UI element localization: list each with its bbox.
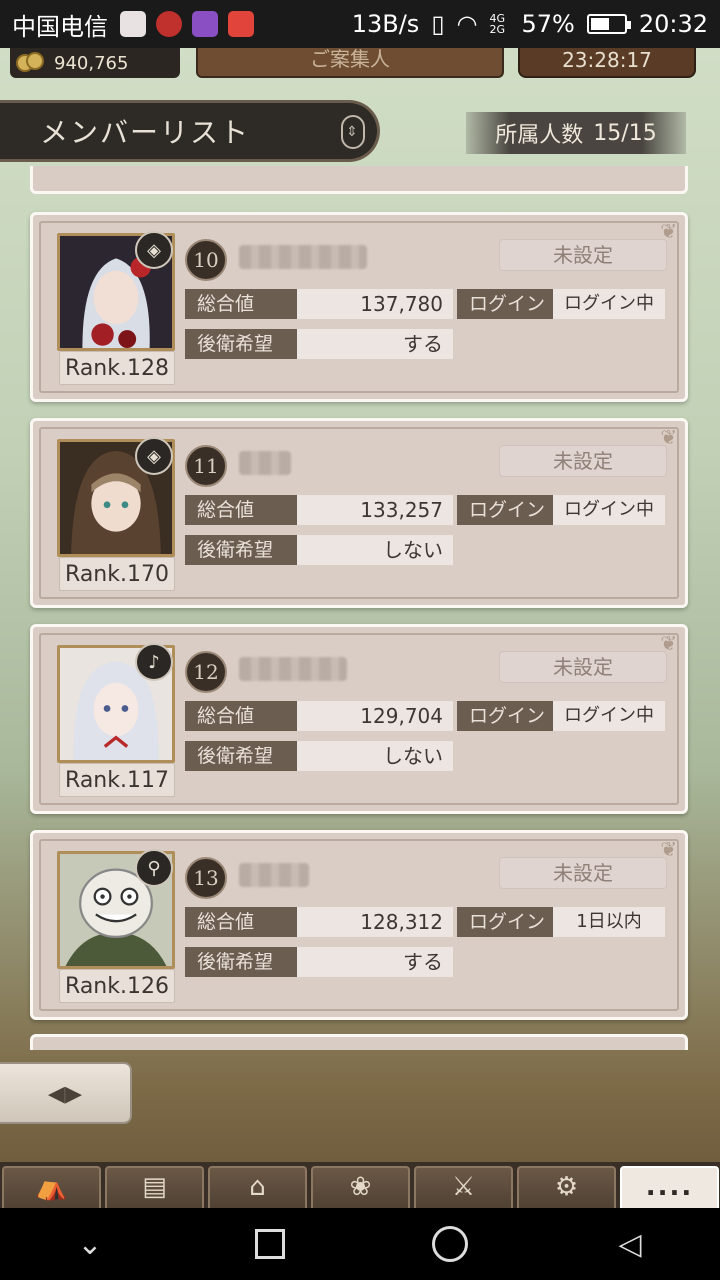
total-value: 133,257 — [297, 495, 453, 525]
camp-icon[interactable]: ⛺ — [2, 1166, 101, 1212]
role-status: 未設定 — [499, 239, 667, 271]
more-button[interactable]: .... — [620, 1166, 719, 1212]
chevron-down-icon[interactable]: ⌄ — [50, 1214, 130, 1274]
login-value: ログイン中 — [553, 701, 665, 731]
rear-label: 後衛希望 — [185, 535, 297, 565]
coin-icon — [16, 52, 46, 74]
total-value: 129,704 — [297, 701, 453, 731]
wifi-icon: ◠ — [456, 10, 478, 38]
book-icon[interactable]: ▤ — [105, 1166, 204, 1212]
square-icon — [255, 1229, 285, 1259]
total-value: 137,780 — [297, 289, 453, 319]
notification-icon — [228, 11, 254, 37]
rank-label: Rank.126 — [59, 969, 175, 1003]
rear-value: する — [297, 947, 453, 977]
triangle-back-icon: ◁ — [618, 1226, 642, 1262]
back-button[interactable]: ◂▸ — [0, 1062, 132, 1124]
shield-icon: ◈ — [135, 437, 173, 475]
member-list[interactable]: ❦ ◈ Rank.128 10 未設定 総合値 137,780 ログイン ログイ… — [0, 166, 720, 1050]
recruit-tab[interactable]: ご案集人 — [196, 48, 504, 78]
gear-icon[interactable]: ⚙ — [517, 1166, 616, 1212]
staff-icon: ⚲ — [135, 849, 173, 887]
bottom-menu: ⛺ ▤ ⌂ ❀ ⚔ ⚙ .... — [0, 1162, 720, 1212]
total-label: 総合値 — [185, 701, 297, 731]
shield-icon: ◈ — [135, 231, 173, 269]
page-title-bar: メンバーリスト ⇕ — [0, 100, 380, 162]
total-label: 総合値 — [185, 495, 297, 525]
total-value: 128,312 — [297, 907, 453, 937]
total-label: 総合値 — [185, 907, 297, 937]
notification-icon — [192, 11, 218, 37]
battery-icon — [586, 14, 631, 34]
login-label: ログイン — [457, 289, 553, 319]
member-card[interactable]: ❦ ⚲ Rank.126 13 未設定 総合値 128,312 ログイン 1日以… — [30, 830, 688, 1020]
carrier-name: 中国电信 — [12, 12, 108, 41]
weapon-icon[interactable]: ⚔ — [414, 1166, 513, 1212]
sort-icon[interactable]: ⇕ — [341, 115, 365, 149]
game-top-bar: 940,765 ご案集人 23:28:17 — [0, 48, 720, 80]
member-number: 10 — [185, 239, 227, 281]
circle-icon — [432, 1226, 468, 1262]
member-count: 所属人数 15/15 — [466, 112, 686, 154]
network-speed: 13B/s — [351, 10, 420, 38]
list-header: メンバーリスト ⇕ 所属人数 15/15 — [0, 96, 720, 166]
member-card[interactable]: ❦ ♪ Rank.117 12 未設定 総合値 129,704 ログイン ログイ… — [30, 624, 688, 814]
rear-label: 後衛希望 — [185, 741, 297, 771]
member-name-blurred — [239, 863, 309, 887]
login-value: ログイン中 — [553, 495, 665, 525]
list-item-partial[interactable] — [30, 1034, 688, 1050]
member-number: 12 — [185, 651, 227, 693]
back-arrow-icon: ◂▸ — [47, 1073, 83, 1113]
coin-amount: 940,765 — [54, 52, 129, 74]
rank-label: Rank.170 — [59, 557, 175, 591]
member-count-value: 15/15 — [593, 120, 657, 146]
notification-icon — [156, 11, 182, 37]
login-value: 1日以内 — [553, 907, 665, 937]
role-status: 未設定 — [499, 651, 667, 683]
event-timer: 23:28:17 — [518, 48, 696, 78]
rear-value: しない — [297, 535, 453, 565]
member-card[interactable]: ❦ ◈ Rank.170 11 未設定 総合値 133,257 ログイン ログイ… — [30, 418, 688, 608]
vibrate-icon: ▯ — [431, 10, 445, 38]
story-icon[interactable]: ⌂ — [208, 1166, 307, 1212]
harp-icon: ♪ — [135, 643, 173, 681]
member-name-blurred — [239, 245, 367, 269]
rear-label: 後衛希望 — [185, 329, 297, 359]
rank-label: Rank.117 — [59, 763, 175, 797]
list-item-partial[interactable] — [30, 166, 688, 194]
notification-icon — [120, 11, 146, 37]
page-title: メンバーリスト — [40, 116, 251, 149]
login-value: ログイン中 — [553, 289, 665, 319]
member-name-blurred — [239, 657, 347, 681]
login-label: ログイン — [457, 495, 553, 525]
system-nav-bar: ⌄ ◁ — [0, 1208, 720, 1280]
rank-label: Rank.128 — [59, 351, 175, 385]
home-button[interactable] — [410, 1214, 490, 1274]
role-status: 未設定 — [499, 445, 667, 477]
recents-button[interactable] — [230, 1214, 310, 1274]
gacha-icon[interactable]: ❀ — [311, 1166, 410, 1212]
login-label: ログイン — [457, 701, 553, 731]
member-card[interactable]: ❦ ◈ Rank.128 10 未設定 総合値 137,780 ログイン ログイ… — [30, 212, 688, 402]
status-bar: 中国电信 13B/s ▯ ◠ 4G 2G 57% 20:32 — [0, 0, 720, 48]
member-number: 13 — [185, 857, 227, 899]
rear-label: 後衛希望 — [185, 947, 297, 977]
member-count-label: 所属人数 — [495, 123, 584, 148]
login-label: ログイン — [457, 907, 553, 937]
clock: 20:32 — [638, 10, 708, 38]
total-label: 総合値 — [185, 289, 297, 319]
role-status: 未設定 — [499, 857, 667, 889]
coin-counter: 940,765 — [10, 48, 180, 78]
battery-percent: 57% — [521, 10, 575, 38]
back-nav-button[interactable]: ◁ — [590, 1214, 670, 1274]
member-name-blurred — [239, 451, 291, 475]
member-number: 11 — [185, 445, 227, 487]
signal-label: 4G 2G — [489, 12, 506, 36]
rear-value: する — [297, 329, 453, 359]
rear-value: しない — [297, 741, 453, 771]
